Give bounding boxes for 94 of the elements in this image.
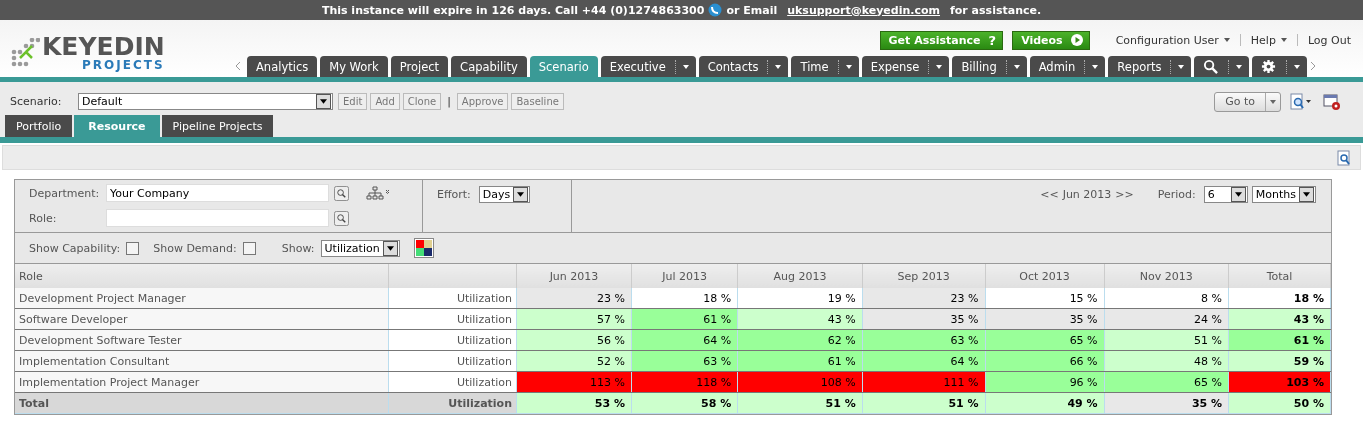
effort-select[interactable]: Days [478,186,531,203]
caret-icon [517,192,525,197]
settings-icon [1261,59,1277,74]
field-label: Effort: [437,188,471,201]
banner-text: for assistance. [950,3,1042,17]
nav-tab[interactable] [1252,56,1308,77]
role-cell: Software Developer [15,308,389,330]
banner-text: or Email [726,3,778,17]
nav-tab[interactable]: Admin [1029,56,1106,77]
nav-tab[interactable]: Project [390,56,449,77]
department-field[interactable]: Your Company [106,184,329,202]
field-label: Show Demand: [153,241,237,255]
email-link[interactable]: uksupport@keyedin.com [787,3,940,17]
nav-tab[interactable]: Time [791,56,859,77]
field-label: Show: [281,241,315,255]
period-date: Jun 2013 [1062,188,1112,201]
user-menu-link[interactable]: Help [1250,33,1276,47]
role-cell: Development Software Tester [15,329,389,351]
toolbar-button[interactable]: Edit [338,93,368,110]
user-menu-link[interactable]: Configuration User [1115,33,1219,47]
column-header: Nov 2013 [1104,264,1229,288]
caret-icon [1303,192,1310,197]
scroll-right-icon[interactable] [1310,62,1317,70]
utilization-cell: 8 % [1104,288,1229,309]
role-cell: Total [15,392,389,414]
toolbar-button[interactable]: Approve [456,93,509,110]
goto-button[interactable]: Go to [1214,91,1281,112]
column-header: Role [15,264,389,288]
nav-tab[interactable]: Executive [600,56,696,77]
previous-link[interactable]: << [1040,188,1059,201]
nav-tab[interactable]: Contacts [698,56,789,77]
toolbar-button[interactable]: Clone [402,93,442,110]
toolbar-button[interactable]: Baseline [511,93,564,110]
column-header: Oct 2013 [985,264,1105,288]
play-icon [1070,34,1083,46]
separator-text: | [447,95,451,108]
role-cell: Implementation Consultant [15,350,389,372]
field-label: Department: [29,186,101,200]
hierarchy-icon[interactable] [366,186,390,200]
nav-tab[interactable] [1194,56,1250,77]
sub-tab[interactable]: Pipeline Projects [161,115,274,137]
column-header: Total [1228,264,1331,288]
search-icon [1203,59,1219,74]
field-label: Role: [29,211,58,225]
role-cell: Implementation Project Manager [15,371,389,393]
logo-icon [10,37,40,68]
color-legend-icon[interactable] [413,238,434,258]
field-label: Period: [1157,188,1196,201]
checkbox[interactable] [242,241,256,255]
search-icon[interactable] [334,185,349,201]
caret-icon [1234,192,1242,197]
caret-icon [320,99,327,104]
phone-icon [708,3,723,17]
report-icon[interactable] [1336,149,1352,166]
utilization-cell: 18 % [631,288,738,309]
sub-tab[interactable]: Portfolio [5,115,73,137]
logo-name: KEYEDIN [42,34,165,59]
window-settings-icon[interactable] [1323,92,1341,111]
nav-tab[interactable]: My Work [320,56,388,77]
unit-select[interactable]: Months [1251,186,1316,203]
toolbar-button[interactable]: Add [370,93,400,110]
banner-text: This instance will expire in 126 days. Call +44 (0)1274863300 [321,3,705,17]
caret-icon [1270,99,1276,104]
user-menu-link[interactable]: Log Out [1307,33,1351,47]
scroll-left-icon[interactable] [235,62,241,70]
role-cell: Development Project Manager [15,288,389,309]
column-header: Jul 2013 [631,264,738,288]
show-select[interactable]: Utilization [320,239,400,257]
nav-tab[interactable]: Reports [1108,56,1192,77]
column-header: Jun 2013 [516,264,632,288]
role-field[interactable] [106,209,329,227]
measure-cell: Utilization [388,288,517,309]
utilization-cell: 19 % [737,288,863,309]
scenario-label: Scenario: [10,95,63,108]
utilization-cell: 18 % [1228,288,1331,309]
column-header: Sep 2013 [862,264,986,288]
logo-subtitle: PROJECTS [82,59,165,71]
field-label: Show Capability: [29,241,121,255]
next-link[interactable]: >> [1115,188,1134,201]
caret-icon [386,245,394,251]
scenario-select[interactable]: Default [78,93,333,110]
period-select[interactable]: 6 [1203,186,1248,203]
checkbox[interactable] [126,241,140,255]
utilization-cell: 15 % [985,288,1105,309]
utilization-cell: 23 % [516,288,632,309]
search-icon[interactable] [334,210,349,226]
nav-tab[interactable]: Capability [451,56,527,77]
preview-icon[interactable] [1290,92,1312,111]
column-header: Aug 2013 [737,264,863,288]
nav-tab[interactable]: Billing [952,56,1027,77]
utilization-cell: 23 % [862,288,986,309]
nav-tab[interactable]: Expense [861,56,950,77]
help-icon: ? [988,32,997,48]
nav-tab[interactable]: Analytics [247,56,318,77]
